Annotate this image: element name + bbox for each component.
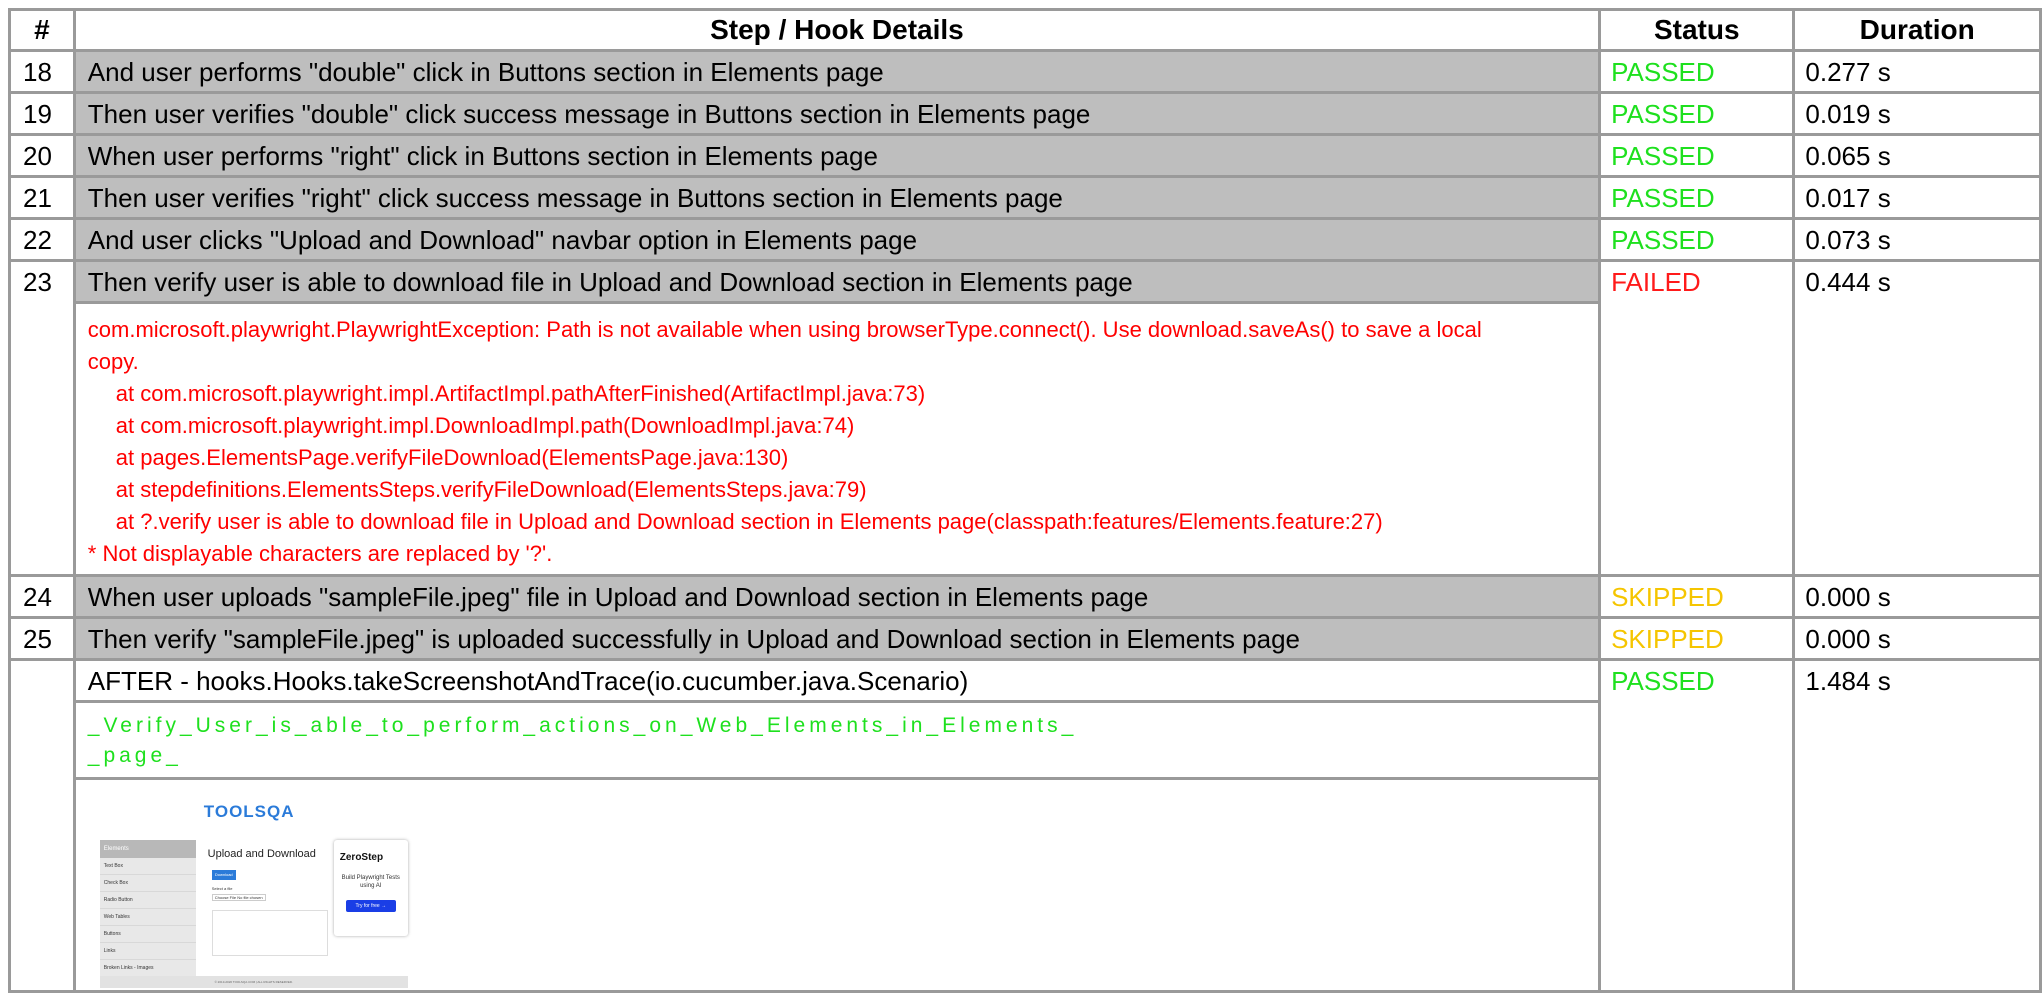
step-number: 21: [8, 175, 76, 220]
step-duration: 0.277 s: [1792, 49, 2042, 94]
stack-frame: at stepdefinitions.ElementsSteps.verifyF…: [115, 477, 867, 502]
logo-text: TOOLSQA: [203, 802, 295, 821]
status-badge: PASSED: [1598, 658, 1796, 993]
attachment-name-line: _Verify_User_is_able_to_perform_actions_…: [87, 714, 1078, 737]
table-header-row: # Step / Hook Details Status Duration: [8, 8, 2042, 52]
thumbnail-choose-file: Choose File No file chosen: [211, 894, 266, 901]
sidebar-item: Broken Links - Images: [99, 960, 196, 977]
hook-details: AFTER - hooks.Hooks.takeScreenshotAndTra…: [75, 661, 1599, 700]
sidebar-header: Elements: [99, 840, 196, 858]
error-stacktrace: com.microsoft.playwright.PlaywrightExcep…: [75, 301, 1599, 574]
screenshot-attachment[interactable]: TOOLSQA Elements Text Box Check Box Radi…: [75, 777, 1599, 990]
table-row: 20 When user performs "right" click in B…: [8, 133, 2042, 178]
sidebar-item: Web Tables: [99, 909, 196, 926]
ad-title: ZeroStep: [339, 852, 384, 863]
toolsqa-logo: TOOLSQA: [204, 802, 295, 822]
thumbnail-title: Upload and Download: [207, 848, 316, 860]
table-row-hook: AFTER - hooks.Hooks.takeScreenshotAndTra…: [8, 658, 2042, 993]
step-details-cell: Then verify user is able to download fil…: [72, 259, 1602, 577]
step-duration: 0.017 s: [1792, 175, 2042, 220]
step-details: When user uploads "sampleFile.jpeg" file…: [72, 574, 1602, 619]
step-duration: 0.073 s: [1792, 217, 2042, 262]
error-message-cont: copy.: [87, 349, 139, 374]
thumbnail-content-area: [211, 910, 328, 956]
table-row: 24 When user uploads "sampleFile.jpeg" f…: [8, 574, 2042, 619]
step-details: And user clicks "Upload and Download" na…: [72, 217, 1602, 262]
header-details: Step / Hook Details: [72, 8, 1602, 52]
sidebar-item: Radio Button: [99, 892, 196, 909]
ad-subtitle: Build Playwright Tests using AI: [341, 875, 400, 889]
sidebar-item: Buttons: [99, 926, 196, 943]
step-details: And user performs "double" click in Butt…: [72, 49, 1602, 94]
step-duration: 0.444 s: [1792, 259, 2042, 577]
step-number: 23: [8, 259, 76, 577]
step-number: 25: [8, 616, 76, 661]
header-num: #: [8, 8, 76, 52]
thumbnail-download-button: Download: [211, 870, 236, 880]
status-badge: PASSED: [1598, 217, 1796, 262]
table-row: 25 Then verify "sampleFile.jpeg" is uplo…: [8, 616, 2042, 661]
attachment-name-line: _page_: [87, 744, 182, 767]
sidebar-item: Check Box: [99, 875, 196, 892]
table-row: 21 Then user verifies "right" click succ…: [8, 175, 2042, 220]
step-details: Then verify "sampleFile.jpeg" is uploade…: [72, 616, 1602, 661]
step-duration: 0.065 s: [1792, 133, 2042, 178]
ad-button: Try for free →: [345, 900, 396, 912]
status-badge: SKIPPED: [1598, 616, 1796, 661]
table-row-failed: 23 Then verify user is able to download …: [8, 259, 2042, 577]
status-badge: SKIPPED: [1598, 574, 1796, 619]
step-duration: 0.019 s: [1792, 91, 2042, 136]
step-details: When user performs "right" click in Butt…: [72, 133, 1602, 178]
step-duration: 0.000 s: [1792, 616, 2042, 661]
hook-details-cell: AFTER - hooks.Hooks.takeScreenshotAndTra…: [72, 658, 1602, 993]
step-number: 20: [8, 133, 76, 178]
sidebar-item: Links: [99, 943, 196, 960]
stack-frame: at pages.ElementsPage.verifyFileDownload…: [115, 445, 789, 470]
step-number: 22: [8, 217, 76, 262]
thumbnail-ad: ZeroStep Build Playwright Tests using AI…: [333, 840, 408, 936]
step-number: 24: [8, 574, 76, 619]
step-duration: 1.484 s: [1792, 658, 2042, 993]
step-number: 18: [8, 49, 76, 94]
error-message: com.microsoft.playwright.PlaywrightExcep…: [87, 317, 1482, 342]
table-row: 22 And user clicks "Upload and Download"…: [8, 217, 2042, 262]
step-results-table: # Step / Hook Details Status Duration 18…: [8, 8, 2042, 993]
header-status: Status: [1598, 8, 1796, 52]
sidebar-item: Text Box: [99, 858, 196, 875]
step-number: [8, 658, 76, 993]
step-details: Then user verifies "double" click succes…: [72, 91, 1602, 136]
error-note: * Not displayable characters are replace…: [87, 541, 553, 566]
step-duration: 0.000 s: [1792, 574, 2042, 619]
status-badge: PASSED: [1598, 49, 1796, 94]
table-row: 19 Then user verifies "double" click suc…: [8, 91, 2042, 136]
status-badge: PASSED: [1598, 91, 1796, 136]
stack-frame: at ?.verify user is able to download fil…: [115, 509, 1383, 534]
thumbnail-sidebar: Elements Text Box Check Box Radio Button…: [99, 840, 196, 988]
status-badge: PASSED: [1598, 175, 1796, 220]
status-badge: FAILED: [1598, 259, 1796, 577]
step-details: Then user verifies "right" click success…: [72, 175, 1602, 220]
header-duration: Duration: [1792, 8, 2042, 52]
attachment-name[interactable]: _Verify_User_is_able_to_perform_actions_…: [75, 700, 1599, 777]
stack-frame: at com.microsoft.playwright.impl.Downloa…: [115, 413, 855, 438]
step-number: 19: [8, 91, 76, 136]
thumbnail-footer: © 2013-2020 TOOLSQA.COM | ALL RIGHTS RES…: [99, 976, 408, 988]
thumbnail-select-label: Select a file: [211, 886, 233, 891]
status-badge: PASSED: [1598, 133, 1796, 178]
stack-frame: at com.microsoft.playwright.impl.Artifac…: [115, 381, 926, 406]
step-details: Then verify user is able to download fil…: [75, 262, 1599, 301]
screenshot-thumbnail[interactable]: TOOLSQA Elements Text Box Check Box Radi…: [87, 788, 408, 988]
table-row: 18 And user performs "double" click in B…: [8, 49, 2042, 94]
